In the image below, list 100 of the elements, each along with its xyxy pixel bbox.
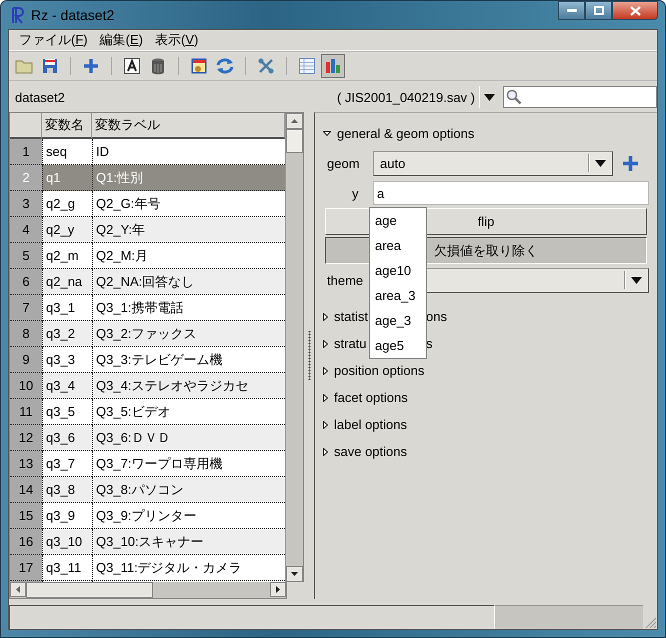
- row-number: 11: [10, 399, 42, 425]
- right-arrow-icon: [276, 586, 280, 593]
- table-cell: Q3_3:テレビゲーム機: [92, 347, 286, 373]
- plus-icon: [83, 58, 99, 74]
- folder-icon: [15, 58, 33, 74]
- collapsed-triangle-icon[interactable]: [323, 366, 328, 374]
- close-icon: [630, 6, 640, 16]
- section-label[interactable]: statist: [334, 309, 368, 324]
- table-cell: Q2_NA:回答なし: [92, 269, 286, 295]
- scrollbar-thumb[interactable]: [26, 582, 153, 598]
- table-cell: Q3_11:デジタル・カメラ: [92, 555, 286, 581]
- scrollbar-thumb[interactable]: [286, 129, 304, 153]
- window-title: Rz - dataset2: [31, 7, 114, 23]
- expanded-triangle-icon[interactable]: [323, 131, 331, 136]
- app-logo-icon: [10, 6, 26, 24]
- y-input-field[interactable]: a: [373, 181, 649, 205]
- row-number: 8: [10, 321, 42, 347]
- section-label[interactable]: position options: [334, 363, 424, 378]
- table-cell: q3_6: [42, 425, 92, 451]
- table-cell: Q3_9:プリンター: [92, 503, 286, 529]
- minimize-icon: [566, 8, 576, 12]
- up-arrow-icon: [291, 119, 298, 123]
- table-cell: Q3_10:スキャナー: [92, 529, 286, 555]
- table-cell: q3_10: [42, 529, 92, 555]
- search-icon: [506, 89, 522, 105]
- section-label[interactable]: general & geom options: [337, 126, 474, 141]
- left-arrow-icon: [16, 586, 20, 593]
- table-cell: Q3_6:ＤＶＤ: [92, 425, 286, 451]
- collapsed-triangle-icon[interactable]: [323, 394, 328, 402]
- table-cell: q2_na: [42, 269, 92, 295]
- collapsed-triangle-icon[interactable]: [323, 312, 328, 320]
- table-cell: q3_3: [42, 347, 92, 373]
- section-label-fragment[interactable]: s: [426, 336, 432, 351]
- plus-icon: [623, 156, 638, 170]
- table-cell: q2_y: [42, 217, 92, 243]
- column-header[interactable]: 変数名: [42, 113, 92, 139]
- theme-label: theme: [326, 272, 364, 288]
- table-cell: ID: [92, 139, 286, 165]
- section-label-fragment[interactable]: ons: [426, 309, 447, 324]
- caret-icon: [631, 276, 642, 284]
- collapsed-triangle-icon[interactable]: [323, 420, 328, 428]
- row-number: 16: [10, 529, 42, 555]
- table-cell: q3_4: [42, 373, 92, 399]
- row-number: 17: [10, 555, 42, 581]
- image-icon: [191, 58, 207, 74]
- menu-item[interactable]: 編集(E): [94, 31, 149, 49]
- row-number: 10: [10, 373, 42, 399]
- collapsed-triangle-icon[interactable]: [323, 448, 328, 456]
- row-number: 2: [10, 165, 42, 191]
- table-cell: q3_7: [42, 451, 92, 477]
- section-label[interactable]: facet options: [334, 390, 408, 405]
- vertical-scrollbar[interactable]: [285, 113, 304, 582]
- refresh-icon: [216, 58, 234, 74]
- table-cell: Q2_G:年号: [92, 191, 286, 217]
- row-number: 15: [10, 503, 42, 529]
- caret-icon: [484, 94, 495, 100]
- horizontal-scrollbar[interactable]: [9, 582, 288, 599]
- bar-chart-icon: [325, 58, 341, 74]
- table-cell: Q3_1:携帯電話: [92, 295, 286, 321]
- suggestion-item[interactable]: age5: [370, 333, 426, 358]
- search-field[interactable]: [503, 86, 657, 108]
- suggestion-item[interactable]: age_3: [370, 308, 426, 333]
- section-label[interactable]: save options: [334, 444, 407, 459]
- close-button[interactable]: [612, 1, 658, 20]
- row-number: 12: [10, 425, 42, 451]
- table-icon: [299, 58, 315, 74]
- text-icon: [124, 58, 140, 74]
- tools-icon: [258, 58, 274, 74]
- down-arrow-icon: [291, 572, 298, 576]
- table-cell: Q3_7:ワープロ専用機: [92, 451, 286, 477]
- table-cell: q3_5: [42, 399, 92, 425]
- row-number: 13: [10, 451, 42, 477]
- collapsed-triangle-icon[interactable]: [323, 340, 328, 348]
- section-label[interactable]: stratu: [334, 336, 367, 351]
- table-cell: q3_1: [42, 295, 92, 321]
- y-label: y: [351, 186, 360, 200]
- row-number: 1: [10, 139, 42, 165]
- row-number: 14: [10, 477, 42, 503]
- table-cell: q3_8: [42, 477, 92, 503]
- minimize-button[interactable]: [558, 1, 585, 20]
- add-button[interactable]: [623, 156, 638, 170]
- geom-dropdown[interactable]: auto: [373, 150, 613, 176]
- trash-can-icon: [151, 58, 165, 74]
- file-name: ( JIS2001_040219.sav ): [336, 90, 475, 104]
- column-header[interactable]: 変数ラベル: [92, 113, 286, 139]
- row-number: 6: [10, 269, 42, 295]
- menu-item[interactable]: ファイル(F): [13, 31, 94, 49]
- row-number: 7: [10, 295, 42, 321]
- table-cell: seq: [42, 139, 92, 165]
- section-label[interactable]: label options: [334, 417, 407, 432]
- menu-item[interactable]: 表示(V): [149, 31, 204, 49]
- row-number: 9: [10, 347, 42, 373]
- resize-grip-icon[interactable]: [643, 615, 657, 629]
- table-cell: Q2_M:月: [92, 243, 286, 269]
- maximize-button[interactable]: [585, 1, 612, 20]
- table-cell: Q1:性別: [92, 165, 286, 191]
- table-cell: Q2_Y:年: [92, 217, 286, 243]
- suggestion-item[interactable]: area_3: [370, 283, 426, 308]
- table-cell: q3_9: [42, 503, 92, 529]
- suggestion-item[interactable]: age: [370, 208, 426, 233]
